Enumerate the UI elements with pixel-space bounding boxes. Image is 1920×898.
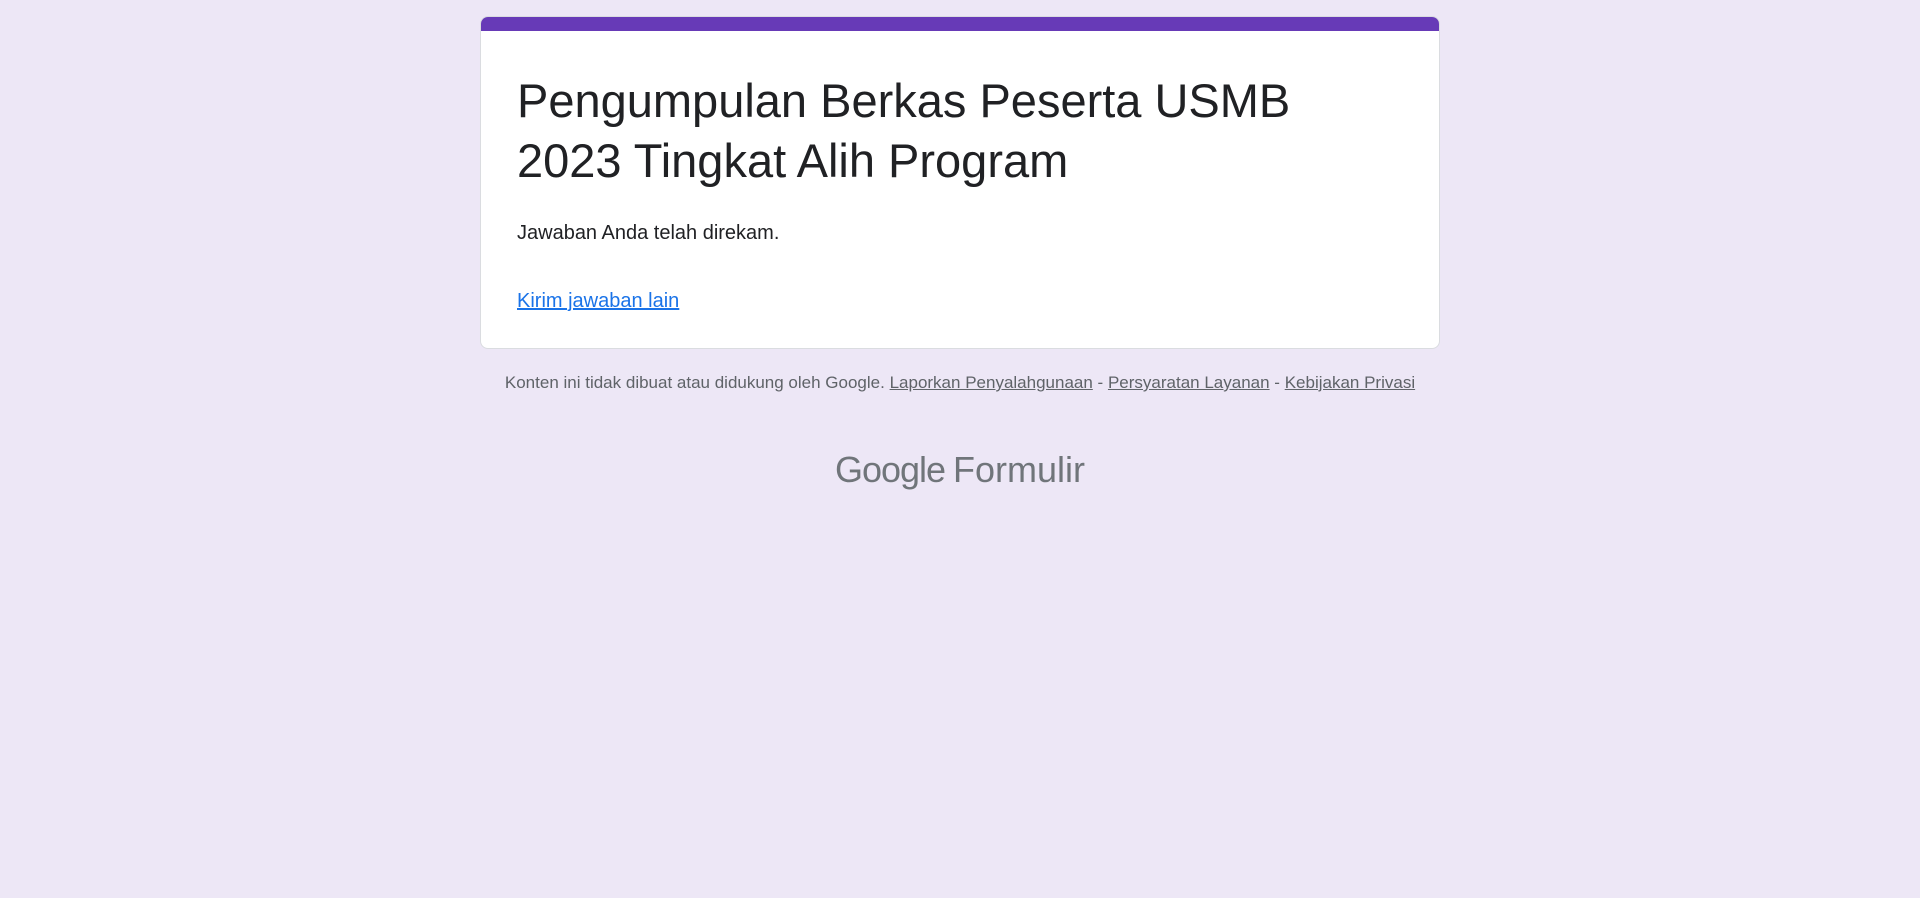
footer: Konten ini tidak dibuat atau didukung ol… [480, 372, 1440, 394]
card-accent-bar [481, 17, 1439, 31]
page: Pengumpulan Berkas Peserta USMB 2023 Tin… [0, 0, 1920, 898]
footer-separator: - [1274, 373, 1280, 392]
card-body: Pengumpulan Berkas Peserta USMB 2023 Tin… [517, 71, 1397, 315]
google-wordmark: Google [834, 449, 946, 490]
footer-disclaimer: Konten ini tidak dibuat atau didukung ol… [504, 373, 885, 392]
report-abuse-link[interactable]: Laporkan Penyalahgunaan [890, 373, 1093, 392]
confirmation-message: Jawaban Anda telah direkam. [517, 222, 780, 244]
form-card: Pengumpulan Berkas Peserta USMB 2023 Tin… [480, 16, 1440, 349]
form-title: Pengumpulan Berkas Peserta USMB 2023 Tin… [517, 74, 1291, 187]
footer-separator: - [1097, 373, 1104, 392]
privacy-policy-link[interactable]: Kebijakan Privasi [1285, 373, 1415, 392]
google-forms-logo[interactable]: Google Formulir [0, 448, 1920, 492]
submit-another-response-link[interactable]: Kirim jawaban lain [517, 287, 679, 315]
product-name: Formulir [953, 449, 1086, 490]
terms-of-service-link[interactable]: Persyaratan Layanan [1108, 373, 1270, 392]
